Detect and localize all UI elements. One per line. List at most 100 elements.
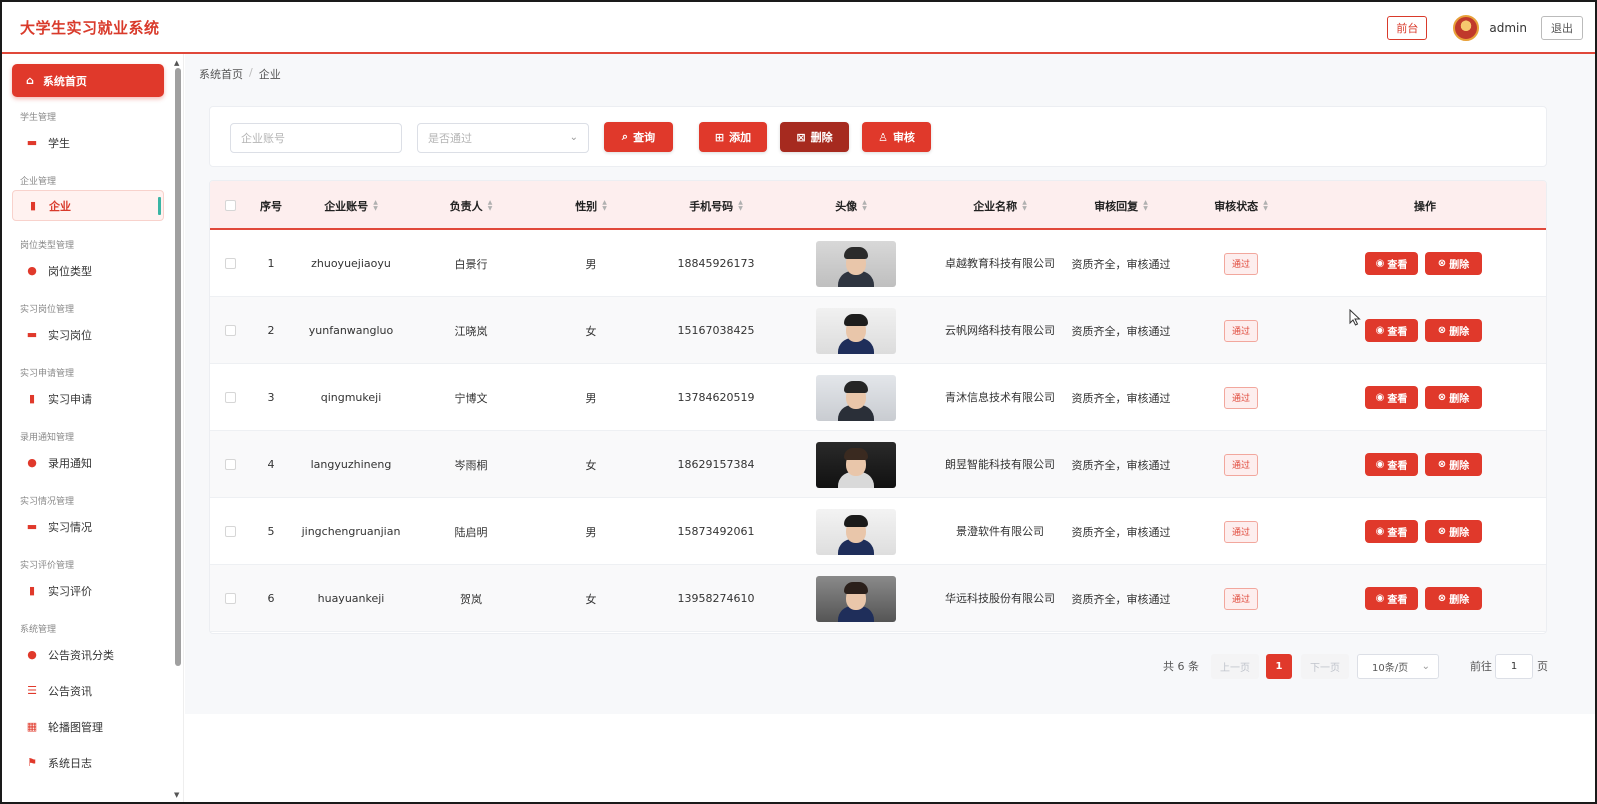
sidebar-item-student[interactable]: ▬ 学生 [12, 127, 164, 158]
delete-button[interactable]: ⊗ 删除 [1425, 587, 1482, 610]
user-avatar[interactable] [1453, 15, 1480, 41]
col-reply[interactable]: 审核回复 ▲ ▼ [1066, 181, 1176, 230]
cell-avatar [796, 364, 916, 431]
next-page-button[interactable]: 下一页 [1301, 654, 1349, 679]
briefcase-icon: ▬ [26, 136, 38, 149]
select-all-checkbox-cell[interactable] [220, 181, 240, 230]
cell-no: 6 [267, 592, 275, 605]
cell-phone: 15873492061 [677, 525, 755, 538]
sort-icon[interactable]: ▲ ▼ [602, 199, 607, 212]
header-actions: 前台 admin 退出 [1387, 2, 1583, 54]
sort-icon[interactable]: ▲ ▼ [1263, 199, 1268, 212]
row-checkbox-cell[interactable] [220, 230, 240, 297]
row-checkbox-cell[interactable] [220, 565, 240, 632]
row-checkbox[interactable] [224, 459, 236, 470]
sidebar-item-internship-post[interactable]: ▬ 实习岗位 [12, 319, 164, 350]
sidebar-item-carousel[interactable]: ▦ 轮播图管理 [12, 711, 164, 742]
row-checkbox[interactable] [224, 258, 236, 269]
view-button[interactable]: ◉ 查看 [1365, 252, 1418, 275]
audit-button[interactable]: ♙ 审核 [862, 122, 931, 152]
add-button[interactable]: ⊞ 添加 [699, 122, 767, 152]
breadcrumb-home[interactable]: 系统首页 [199, 66, 243, 82]
cell-status: 通过 [1186, 565, 1296, 632]
col-account[interactable]: 企业账号 ▲ ▼ [296, 181, 406, 230]
cell-phone: 18845926173 [677, 257, 755, 270]
view-button[interactable]: ◉ 查看 [1365, 587, 1418, 610]
top-header: 大学生实习就业系统 前台 admin 退出 [2, 2, 1595, 54]
row-checkbox-cell[interactable] [220, 297, 240, 364]
query-button-label: 查询 [633, 131, 656, 144]
sidebar-item-system-log[interactable]: ⚑ 系统日志 [12, 747, 164, 778]
view-button[interactable]: ◉ 查看 [1365, 319, 1418, 342]
col-company-name[interactable]: 企业名称 ▲ ▼ [940, 181, 1060, 230]
scroll-down-arrow-icon[interactable]: ▼ [174, 791, 179, 799]
avatar-photo[interactable] [816, 374, 896, 421]
table-row: 4 langyuzhineng 岑雨桐 女 18629157384 朗昱智能科技… [210, 431, 1546, 498]
page-1-button[interactable]: 1 [1266, 654, 1292, 679]
batch-delete-button[interactable]: ⊠ 删除 [780, 122, 849, 152]
delete-button[interactable]: ⊗ 删除 [1425, 520, 1482, 543]
avatar-photo[interactable] [816, 240, 896, 287]
sort-icon[interactable]: ▲ ▼ [1143, 199, 1148, 212]
sidebar-item-notice-category[interactable]: ● 公告资讯分类 [12, 639, 164, 670]
col-phone[interactable]: 手机号码 ▲ ▼ [656, 181, 776, 230]
goto-page-input[interactable]: 1 [1495, 654, 1533, 679]
sidebar-item-internship-review[interactable]: ▮ 实习评价 [12, 575, 164, 606]
scroll-up-arrow-icon[interactable]: ▲ [174, 59, 179, 67]
front-page-button[interactable]: 前台 [1387, 16, 1428, 40]
company-account-input[interactable]: 企业账号 [230, 123, 402, 153]
query-button[interactable]: ⌕ 查询 [604, 122, 673, 152]
cell-company: 云帆网络科技有限公司 [940, 297, 1060, 364]
sidebar-item-label: 公告资讯 [48, 684, 92, 698]
main-content: 系统首页 / 企业 企业账号 是否通过 ⌄ ⌕ 查询 ⊞ 添加 ⊠ 删除 ♙ 审… [185, 54, 1595, 714]
sort-icon[interactable]: ▲ ▼ [862, 199, 867, 212]
row-checkbox-cell[interactable] [220, 364, 240, 431]
delete-button[interactable]: ⊗ 删除 [1425, 252, 1482, 275]
avatar-photo[interactable] [816, 575, 896, 622]
row-checkbox[interactable] [224, 325, 236, 336]
sort-icon[interactable]: ▲ ▼ [738, 199, 743, 212]
sidebar-item-internship-status[interactable]: ▬ 实习情况 [12, 511, 164, 542]
sidebar-scrollbar-thumb[interactable] [175, 68, 181, 666]
prev-page-button[interactable]: 上一页 [1211, 654, 1259, 679]
sidebar-item-offer[interactable]: ● 录用通知 [12, 447, 164, 478]
row-checkbox-cell[interactable] [220, 498, 240, 565]
sort-icon[interactable]: ▲ ▼ [488, 199, 493, 212]
sidebar-item-company[interactable]: ▮ 企业 [12, 190, 164, 221]
view-button[interactable]: ◉ 查看 [1365, 386, 1418, 409]
view-button[interactable]: ◉ 查看 [1365, 453, 1418, 476]
view-button[interactable]: ◉ 查看 [1365, 520, 1418, 543]
col-avatar[interactable]: 头像 ▲ ▼ [796, 181, 906, 230]
row-checkbox[interactable] [224, 593, 236, 604]
avatar-photo[interactable] [816, 441, 896, 488]
select-all-checkbox[interactable] [224, 200, 236, 211]
row-checkbox[interactable] [224, 392, 236, 403]
page-size-select[interactable]: 10条/页 ⌄ [1357, 654, 1439, 679]
home-icon: ⌂ [26, 74, 34, 87]
sidebar-item-internship-apply[interactable]: ▮ 实习申请 [12, 383, 164, 414]
sidebar-item-notice[interactable]: ☰ 公告资讯 [12, 675, 164, 706]
screen: 大学生实习就业系统 前台 admin 退出 ⌂ 系统首页 学生管理 ▬ 学生 企… [0, 0, 1597, 804]
col-status[interactable]: 审核状态 ▲ ▼ [1186, 181, 1296, 230]
status-select[interactable]: 是否通过 ⌄ [417, 123, 589, 153]
sidebar-item-label: 学生 [48, 136, 70, 150]
sidebar-item-home[interactable]: ⌂ 系统首页 [12, 64, 164, 97]
delete-button[interactable]: ⊗ 删除 [1425, 319, 1482, 342]
batch-delete-button-label: 删除 [810, 131, 833, 144]
col-leader[interactable]: 负责人 ▲ ▼ [416, 181, 526, 230]
delete-button[interactable]: ⊗ 删除 [1425, 386, 1482, 409]
cell-company: 卓越教育科技有限公司 [940, 230, 1060, 297]
avatar-photo[interactable] [816, 307, 896, 354]
delete-button[interactable]: ⊗ 删除 [1425, 453, 1482, 476]
avatar-photo[interactable] [816, 508, 896, 555]
logout-button[interactable]: 退出 [1541, 16, 1583, 40]
sidebar-group-title: 实习申请管理 [20, 369, 75, 379]
cell-leader: 江晓岚 [454, 324, 488, 338]
sidebar-item-job-type[interactable]: ● 岗位类型 [12, 255, 164, 286]
row-checkbox[interactable] [224, 526, 236, 537]
row-checkbox-cell[interactable] [220, 431, 240, 498]
col-gender[interactable]: 性别 ▲ ▼ [536, 181, 646, 230]
sort-icon[interactable]: ▲ ▼ [1022, 199, 1027, 212]
grid-icon: ▦ [26, 720, 38, 733]
sort-icon[interactable]: ▲ ▼ [373, 199, 378, 212]
